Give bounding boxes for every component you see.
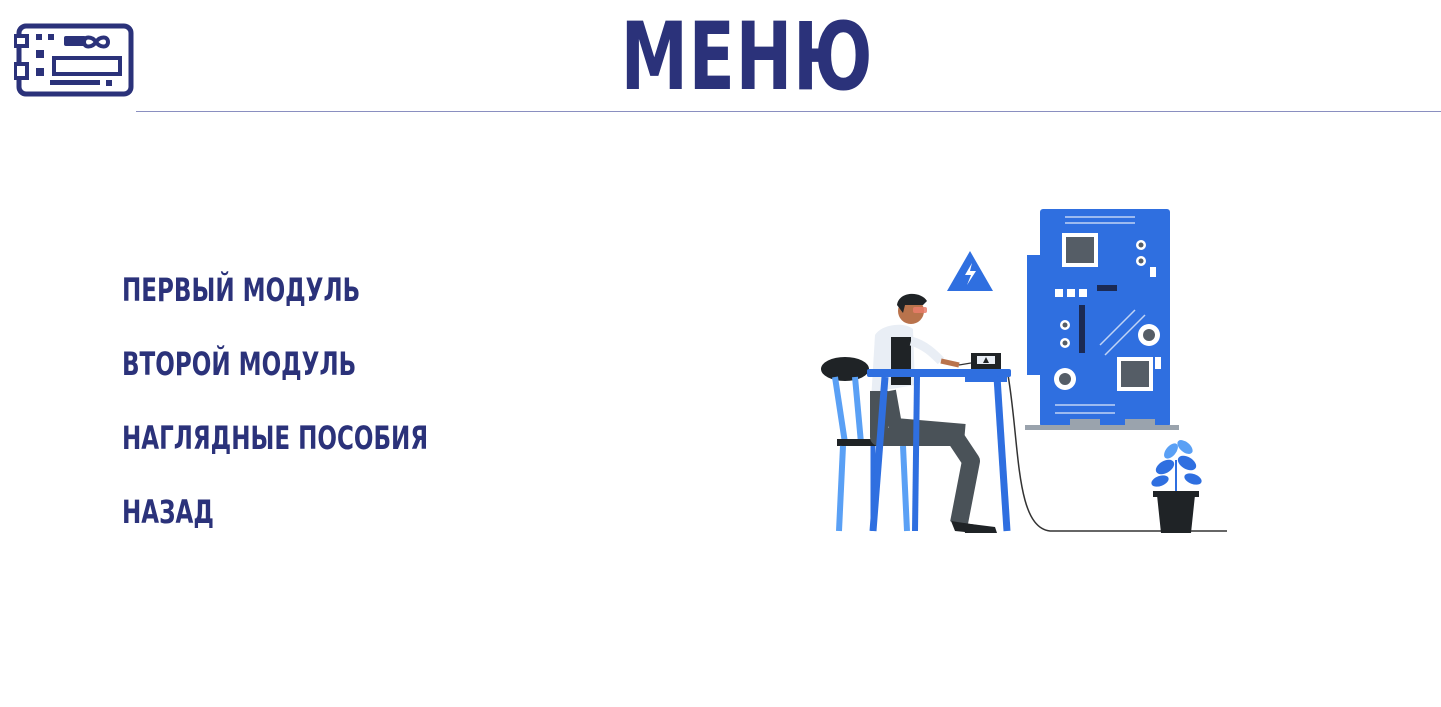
main-menu: ПЕРВЫЙ МОДУЛЬ ВТОРОЙ МОДУЛЬ НАГЛЯДНЫЕ ПО… [122,268,622,564]
engineer-with-circuit-board-illustration [821,209,1227,533]
menu-item-second-module[interactable]: ВТОРОЙ МОДУЛЬ [122,342,482,416]
menu-item-visual-aids[interactable]: НАГЛЯДНЫЕ ПОСОБИЯ [122,416,482,490]
page-title: МЕНЮ [620,3,874,112]
header-divider [136,111,1441,112]
arduino-board-icon [14,23,134,97]
menu-item-first-module[interactable]: ПЕРВЫЙ МОДУЛЬ [122,268,482,342]
menu-item-back[interactable]: НАЗАД [122,490,482,564]
